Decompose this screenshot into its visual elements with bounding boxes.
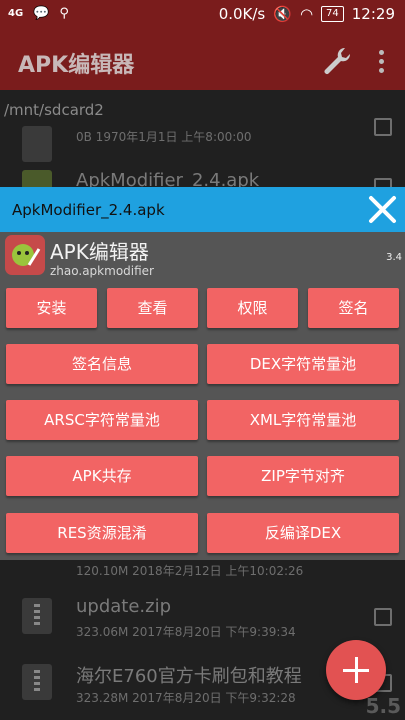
current-path: /mnt/sdcard2 — [4, 101, 104, 119]
overflow-menu-icon[interactable] — [379, 50, 385, 77]
decompile-dex-button[interactable]: 反编译DEX — [207, 513, 399, 553]
watermark: 5.5 — [365, 694, 401, 718]
version-label: 3.4 — [386, 252, 402, 263]
dex-string-pool-button[interactable]: DEX字符常量池 — [207, 344, 399, 384]
network-speed: 0.0K/s — [218, 5, 266, 23]
file-meta: 120.10M 2018年2月12日 上午10:02:26 — [76, 564, 304, 578]
signature-info-button[interactable]: 签名信息 — [6, 344, 198, 384]
file-meta: 0B 1970年1月1日 上午8:00:00 — [76, 130, 252, 144]
app-title: APK编辑器 — [18, 53, 135, 78]
file-meta: 323.06M 2017年8月20日 下午9:39:34 — [76, 625, 296, 639]
view-button[interactable]: 查看 — [107, 288, 198, 328]
file-checkbox[interactable] — [374, 118, 392, 136]
package-name: zhao.apkmodifier — [50, 264, 154, 278]
apk-coexist-button[interactable]: APK共存 — [6, 456, 198, 496]
zip-file-icon — [22, 664, 52, 700]
file-meta: 323.28M 2017年8月20日 下午9:32:28 — [76, 691, 296, 705]
zip-file-icon — [22, 598, 52, 634]
xml-string-pool-button[interactable]: XML字符常量池 — [207, 400, 399, 440]
dialog-header: ApkModifier_2.4.apk — [0, 187, 405, 232]
file-name: update.zip — [76, 596, 172, 617]
app-icon — [5, 235, 45, 275]
permissions-button[interactable]: 权限 — [207, 288, 298, 328]
add-fab-button[interactable] — [326, 640, 386, 700]
zip-align-button[interactable]: ZIP字节对齐 — [207, 456, 399, 496]
app-bar: APK编辑器 — [0, 30, 405, 90]
arsc-string-pool-button[interactable]: ARSC字符常量池 — [6, 400, 198, 440]
dialog-body: APK编辑器 zhao.apkmodifier 3.4 安装 查看 权限 签名 … — [0, 232, 405, 560]
file-list-item[interactable]: update.zip 323.06M 2017年8月20日 下午9:39:34 — [0, 590, 405, 648]
wrench-icon[interactable] — [320, 44, 354, 78]
battery-indicator: 74 — [321, 6, 344, 22]
status-bar: 4G 💬 ⚲ 0.0K/s 🔇 ◠ 74 12:29 — [0, 0, 405, 30]
mute-icon: 🔇 — [273, 5, 292, 23]
folder-icon — [22, 126, 52, 162]
clock: 12:29 — [351, 5, 395, 23]
file-name: 海尔E760官方卡刷包和教程 — [76, 666, 302, 687]
sign-button[interactable]: 签名 — [308, 288, 399, 328]
wechat-icon: 💬 — [33, 6, 50, 21]
close-icon[interactable] — [360, 187, 405, 232]
app-name: APK编辑器 — [50, 240, 149, 264]
signal-indicator: 4G — [8, 8, 24, 19]
wifi-icon: ◠ — [299, 5, 314, 23]
dialog-title: ApkModifier_2.4.apk — [12, 201, 165, 219]
usb-icon: ⚲ — [59, 6, 69, 21]
install-button[interactable]: 安装 — [6, 288, 97, 328]
file-checkbox[interactable] — [374, 608, 392, 626]
res-obfuscate-button[interactable]: RES资源混淆 — [6, 513, 198, 553]
